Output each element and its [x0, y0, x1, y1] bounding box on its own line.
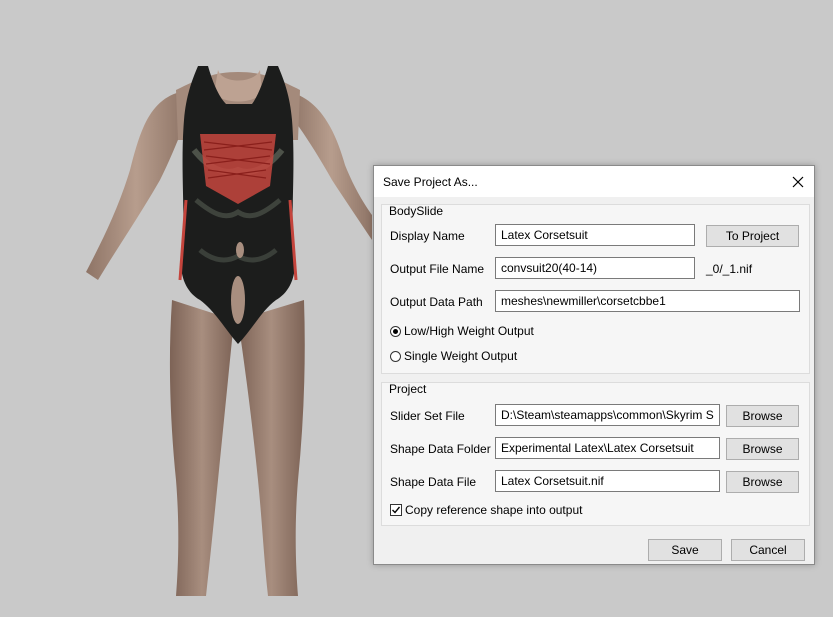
dialog-titlebar[interactable]: Save Project As...: [374, 166, 814, 197]
shape-file-field[interactable]: Latex Corsetsuit.nif: [495, 470, 720, 492]
radio-single-weight[interactable]: Single Weight Output: [390, 349, 517, 363]
save-project-dialog: Save Project As... BodySlide Display Nam…: [373, 165, 815, 565]
output-path-field[interactable]: meshes\newmiller\corsetcbbe1: [495, 290, 800, 312]
close-icon: [792, 176, 804, 187]
browse-shape-folder-button[interactable]: Browse: [726, 438, 799, 460]
dialog-title: Save Project As...: [383, 175, 478, 189]
checkbox[interactable]: [390, 504, 402, 516]
project-group: Project Slider Set File D:\Steam\steamap…: [381, 382, 810, 526]
output-file-label: Output File Name: [390, 262, 485, 276]
copy-reference-checkbox[interactable]: Copy reference shape into output: [390, 503, 582, 517]
bodyslide-group: BodySlide Display Name Latex Corsetsuit …: [381, 204, 810, 374]
shape-file-label: Shape Data File: [390, 475, 477, 489]
radio-label: Low/High Weight Output: [404, 324, 534, 338]
shape-folder-field[interactable]: Experimental Latex\Latex Corsetsuit: [495, 437, 720, 459]
radio-button[interactable]: [390, 325, 401, 337]
browse-shape-file-button[interactable]: Browse: [726, 471, 799, 493]
browse-slider-set-button[interactable]: Browse: [726, 405, 799, 427]
output-path-label: Output Data Path: [390, 295, 483, 309]
checkbox-label: Copy reference shape into output: [405, 503, 583, 517]
to-project-button[interactable]: To Project: [706, 225, 799, 247]
bodyslide-legend: BodySlide: [389, 204, 444, 218]
display-name-field[interactable]: Latex Corsetsuit: [495, 224, 695, 246]
checkmark-icon: [392, 506, 401, 514]
radio-button[interactable]: [390, 350, 401, 362]
slider-set-field[interactable]: D:\Steam\steamapps\common\Skyrim S: [495, 404, 720, 426]
project-legend: Project: [389, 382, 427, 396]
cancel-button[interactable]: Cancel: [731, 539, 805, 561]
slider-set-label: Slider Set File: [390, 409, 465, 423]
output-file-suffix: _0/_1.nif: [706, 262, 753, 276]
radio-label: Single Weight Output: [404, 349, 518, 363]
display-name-label: Display Name: [390, 229, 465, 243]
output-file-field[interactable]: convsuit20(40-14): [495, 257, 695, 279]
close-button[interactable]: [782, 166, 814, 197]
save-button[interactable]: Save: [648, 539, 722, 561]
radio-low-high-weight[interactable]: Low/High Weight Output: [390, 324, 534, 338]
shape-folder-label: Shape Data Folder: [390, 442, 491, 456]
